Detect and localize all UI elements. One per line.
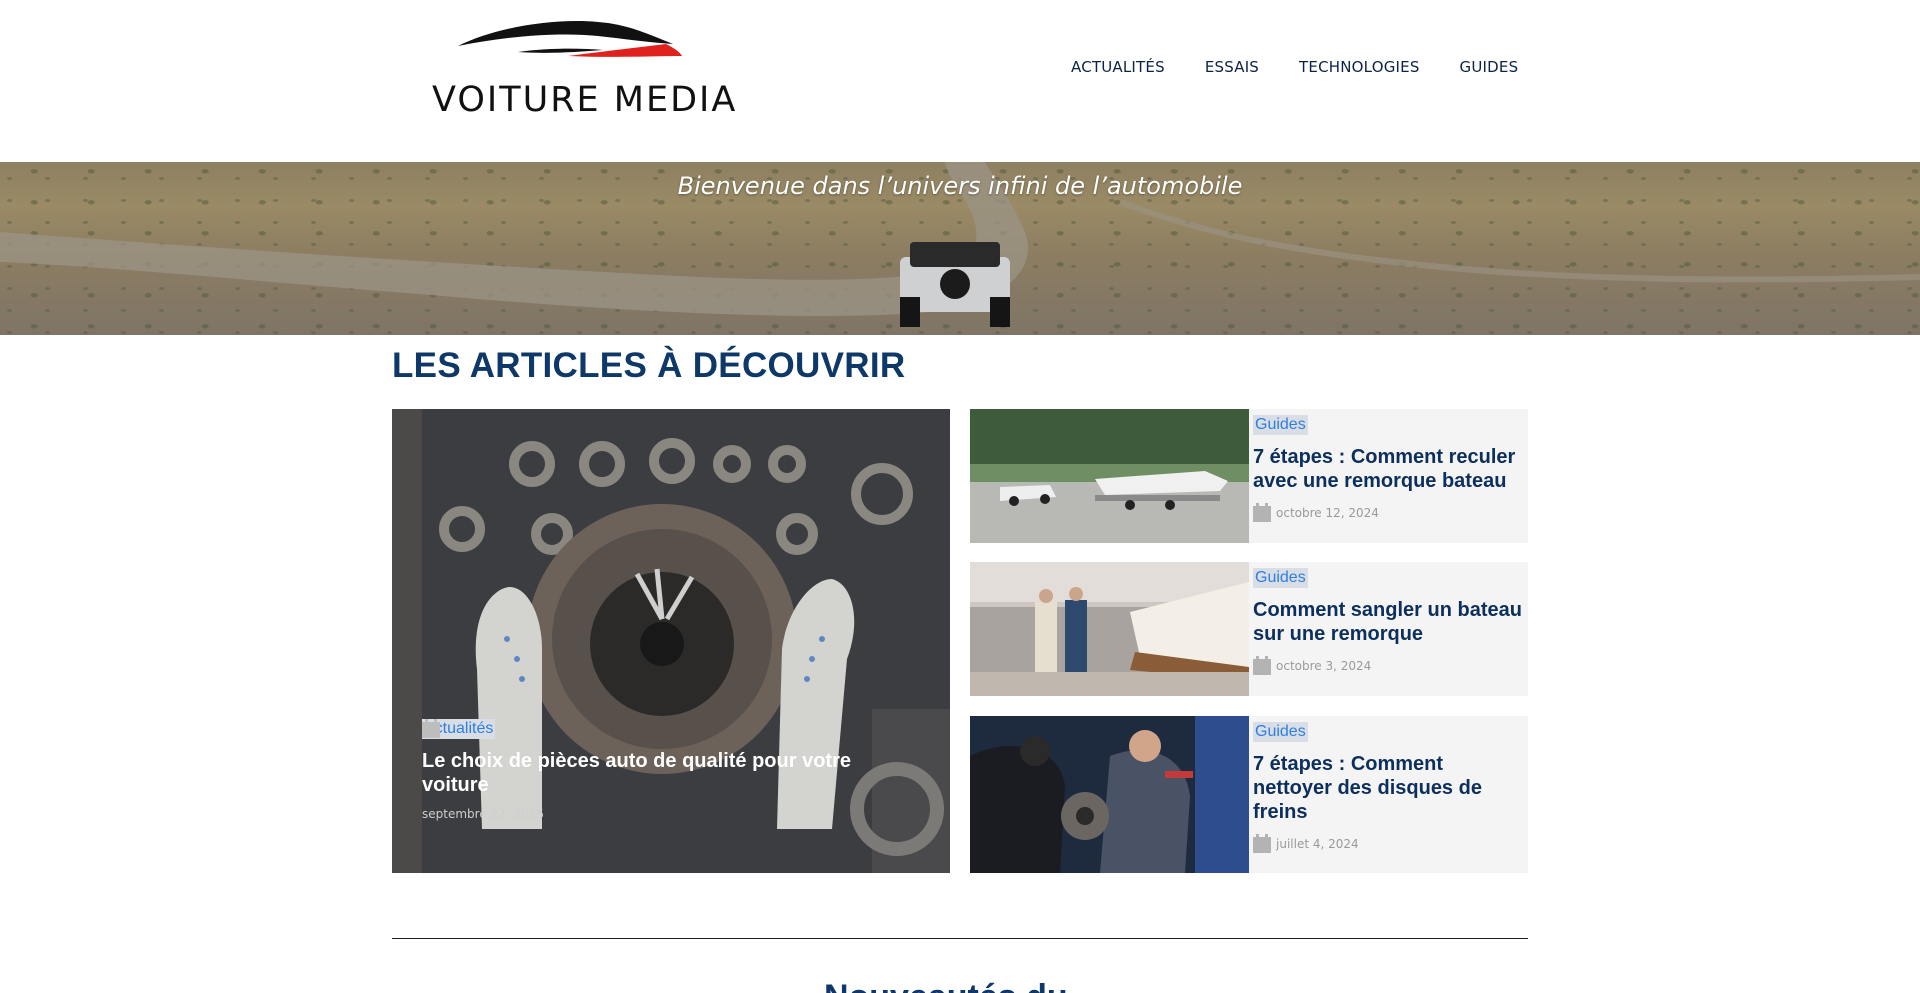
section-title: LES ARTICLES À DÉCOUVRIR xyxy=(392,346,906,385)
card-thumbnail xyxy=(970,409,1249,543)
card-body: Guides 7 étapes : Comment nettoyer des d… xyxy=(1253,722,1525,853)
section-divider xyxy=(392,938,1528,939)
date-row: septembre 22, 2025 xyxy=(422,719,922,821)
card-title[interactable]: Comment sangler un bateau sur une remorq… xyxy=(1253,598,1525,646)
calendar-icon xyxy=(1253,656,1271,675)
article-card[interactable]: Guides Comment sangler un bateau sur une… xyxy=(970,562,1528,696)
calendar-icon xyxy=(422,719,440,738)
article-card[interactable]: Guides 7 étapes : Comment reculer avec u… xyxy=(970,409,1528,543)
featured-article[interactable]: Actualités Le choix de pièces auto de qu… xyxy=(392,409,950,873)
card-thumbnail xyxy=(970,716,1249,873)
nav-item-guides[interactable]: GUIDES xyxy=(1460,58,1519,76)
card-body: Guides Comment sangler un bateau sur une… xyxy=(1253,568,1525,675)
card-date: octobre 12, 2024 xyxy=(1276,505,1379,520)
jeep xyxy=(900,242,1010,327)
next-section-title: Nouveautés du... xyxy=(0,978,1920,993)
featured-title[interactable]: Le choix de pièces auto de qualité pour … xyxy=(422,749,922,797)
site-header: VOITURE MEDIA ACTUALITÉS ESSAIS TECHNOLO… xyxy=(0,0,1920,162)
card-thumbnail xyxy=(970,562,1249,696)
nav-item-actualites[interactable]: ACTUALITÉS xyxy=(1071,58,1165,76)
calendar-icon xyxy=(1253,834,1271,853)
nav-item-technologies[interactable]: TECHNOLOGIES xyxy=(1299,58,1420,76)
date-row: octobre 3, 2024 xyxy=(1253,656,1525,675)
main-nav: ACTUALITÉS ESSAIS TECHNOLOGIES GUIDES xyxy=(1071,58,1518,76)
card-title[interactable]: 7 étapes : Comment nettoyer des disques … xyxy=(1253,752,1525,824)
card-body: Guides 7 étapes : Comment reculer avec u… xyxy=(1253,415,1525,522)
category-tag[interactable]: Guides xyxy=(1253,415,1308,435)
date-row: octobre 12, 2024 xyxy=(1253,503,1525,522)
hero-banner: Bienvenue dans l’univers infini de l’aut… xyxy=(0,162,1920,335)
site-logo[interactable]: VOITURE MEDIA xyxy=(428,14,735,120)
category-tag[interactable]: Guides xyxy=(1253,568,1308,588)
date-row: juillet 4, 2024 xyxy=(1253,834,1525,853)
category-tag[interactable]: Guides xyxy=(1253,722,1308,742)
featured-caption: Actualités Le choix de pièces auto de qu… xyxy=(422,719,922,821)
article-card[interactable]: Guides 7 étapes : Comment nettoyer des d… xyxy=(970,716,1528,873)
nav-item-essais[interactable]: ESSAIS xyxy=(1205,58,1259,76)
card-date: octobre 3, 2024 xyxy=(1276,658,1372,673)
card-title[interactable]: 7 étapes : Comment reculer avec une remo… xyxy=(1253,445,1525,493)
car-silhouette-icon xyxy=(458,21,682,57)
calendar-icon xyxy=(1253,503,1271,522)
logo-text: VOITURE MEDIA xyxy=(432,80,738,120)
hero-tagline: Bienvenue dans l’univers infini de l’aut… xyxy=(677,172,1243,200)
card-date: juillet 4, 2024 xyxy=(1276,836,1359,851)
featured-date: septembre 22, 2025 xyxy=(422,807,544,821)
